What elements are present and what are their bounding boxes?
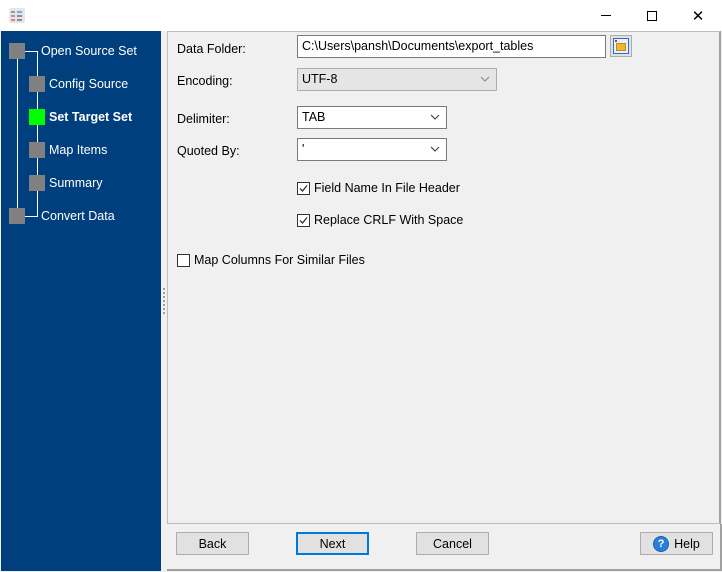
replace-crlf-label: Replace CRLF With Space — [314, 213, 464, 227]
minimize-icon — [601, 15, 611, 16]
checkmark-icon — [299, 184, 308, 192]
wizard-steps-sidebar: Open Source Set Config Source Set Target… — [1, 31, 161, 571]
step-node-set-target-set — [29, 109, 45, 125]
back-button[interactable]: Back — [176, 532, 249, 555]
field-name-in-header-option[interactable]: Field Name In File Header — [297, 181, 460, 195]
encoding-value: UTF-8 — [302, 72, 338, 86]
field-name-in-header-label: Field Name In File Header — [314, 181, 460, 195]
chevron-down-icon — [480, 76, 490, 82]
cancel-button[interactable]: Cancel — [416, 532, 489, 555]
checkmark-icon — [299, 216, 308, 224]
next-button[interactable]: Next — [296, 532, 369, 555]
quoted-by-label: Quoted By: — [177, 144, 240, 158]
close-button[interactable]: ✕ — [675, 0, 721, 31]
map-columns-similar-checkbox[interactable] — [177, 253, 190, 267]
replace-crlf-checkbox[interactable] — [297, 213, 310, 227]
help-button[interactable]: ? Help — [640, 532, 713, 555]
wizard-footer: Back Next Cancel ? Help — [167, 524, 722, 571]
close-icon: ✕ — [691, 7, 705, 25]
tree-connector-bottom — [25, 216, 38, 217]
step-convert-data[interactable]: Convert Data — [41, 209, 115, 223]
tree-line-outer — [17, 51, 18, 217]
target-settings-panel: Data Folder: C:\Users\pansh\Documents\ex… — [167, 31, 721, 524]
tree-connector-top — [25, 51, 38, 52]
splitter-grip — [163, 288, 165, 290]
step-summary[interactable]: Summary — [49, 176, 102, 190]
delimiter-value: TAB — [302, 110, 326, 124]
splitter-grip — [163, 292, 165, 294]
map-columns-similar-option[interactable]: Map Columns For Similar Files — [177, 253, 365, 267]
splitter-grip — [163, 304, 165, 306]
maximize-button[interactable] — [629, 0, 675, 31]
step-node-map-items — [29, 142, 45, 158]
delimiter-select[interactable]: TAB — [297, 106, 447, 129]
step-config-source[interactable]: Config Source — [49, 77, 128, 91]
minimize-button[interactable] — [583, 0, 629, 31]
chevron-down-icon — [430, 114, 440, 120]
splitter-grip — [163, 296, 165, 298]
replace-crlf-option[interactable]: Replace CRLF With Space — [297, 213, 463, 227]
splitter-grip — [163, 308, 165, 310]
help-label: Help — [674, 536, 700, 551]
encoding-select[interactable]: UTF-8 — [297, 68, 497, 91]
step-set-target-set[interactable]: Set Target Set — [49, 110, 132, 124]
maximize-icon — [647, 10, 657, 21]
delimiter-label: Delimiter: — [177, 112, 230, 126]
splitter-grip — [163, 300, 165, 302]
step-node-open-source-set — [9, 43, 25, 59]
app-table-icon[interactable] — [9, 8, 25, 23]
step-map-items[interactable]: Map Items — [49, 143, 107, 157]
splitter-grip — [163, 312, 165, 314]
step-node-convert-data — [9, 208, 25, 224]
quoted-by-value: ' — [302, 142, 305, 156]
data-folder-label: Data Folder: — [177, 42, 246, 56]
step-open-source-set[interactable]: Open Source Set — [41, 44, 137, 58]
data-folder-input[interactable]: C:\Users\pansh\Documents\export_tables — [297, 35, 606, 58]
step-node-summary — [29, 175, 45, 191]
help-icon: ? — [653, 535, 670, 552]
encoding-label: Encoding: — [177, 74, 233, 88]
map-columns-similar-label: Map Columns For Similar Files — [194, 253, 365, 267]
chevron-down-icon — [430, 146, 440, 152]
field-name-in-header-checkbox[interactable] — [297, 181, 310, 195]
title-bar: ✕ — [0, 0, 722, 31]
step-node-config-source — [29, 76, 45, 92]
folder-icon — [613, 38, 629, 54]
quoted-by-select[interactable]: ' — [297, 138, 447, 161]
browse-folder-button[interactable] — [610, 35, 632, 57]
